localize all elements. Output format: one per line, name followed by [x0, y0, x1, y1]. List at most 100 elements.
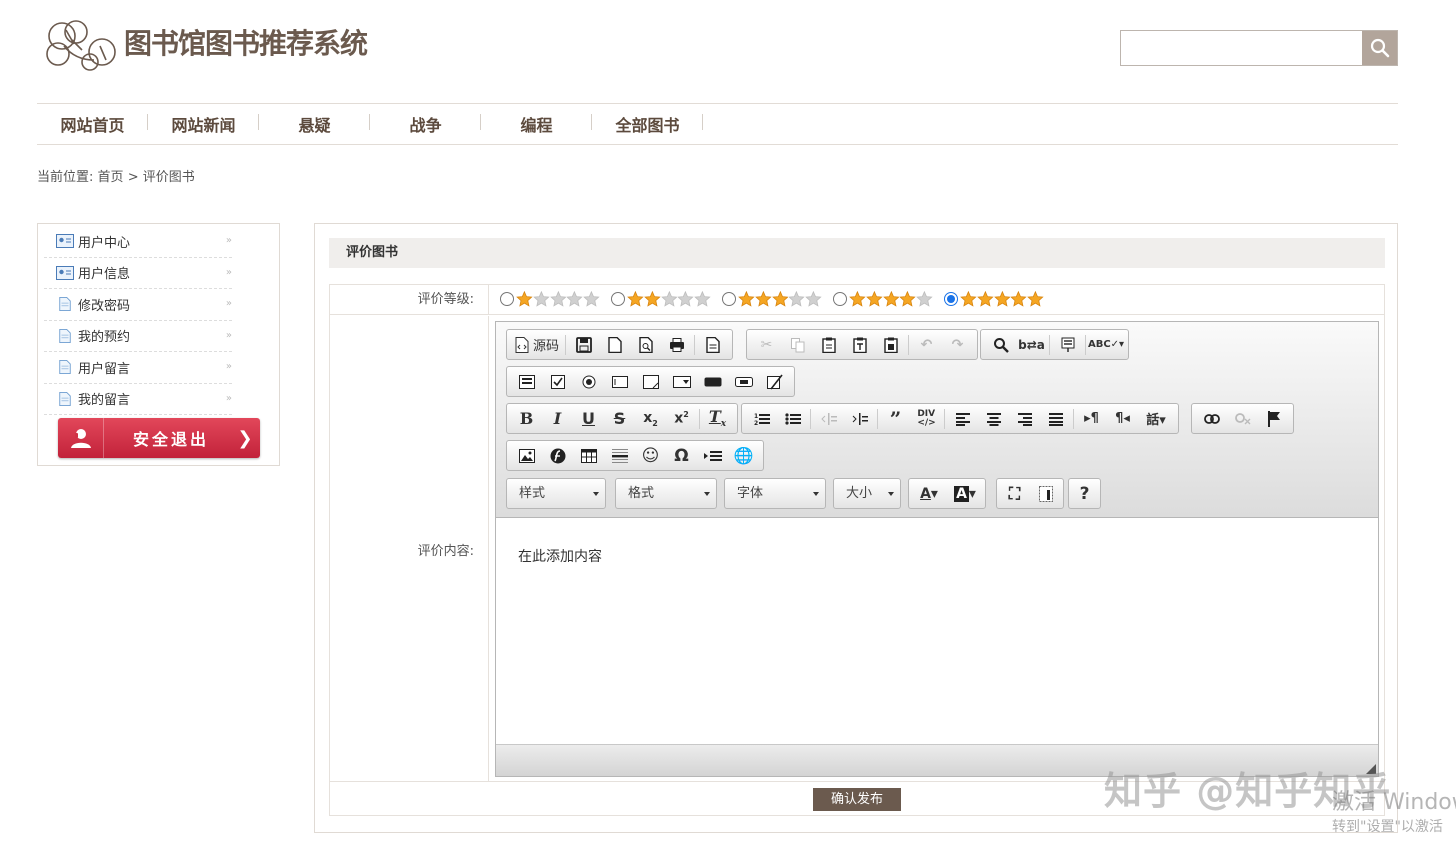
font-combo[interactable]: 字体 [724, 478, 826, 509]
paste-button[interactable] [813, 332, 844, 357]
bold-button[interactable]: B [511, 406, 542, 431]
flash-button[interactable] [542, 443, 573, 468]
help-button[interactable]: ? [1071, 481, 1098, 506]
align-center-button[interactable] [978, 406, 1009, 431]
paste-text-button[interactable] [844, 332, 875, 357]
rating-radio[interactable] [832, 292, 847, 306]
logout-button[interactable]: 安全退出 ❯ [58, 418, 260, 458]
rating-option-4[interactable] [832, 291, 933, 307]
ltr-button[interactable]: ▸¶ [1076, 406, 1107, 431]
text-color-icon: A▾ [920, 485, 938, 502]
print-button[interactable] [661, 332, 692, 357]
div-container-button[interactable]: DIV </> [911, 406, 942, 431]
search-input[interactable] [1121, 31, 1362, 65]
text-color-button[interactable]: A▾ [911, 481, 947, 506]
table-button[interactable] [573, 443, 604, 468]
remove-format-button[interactable]: Tx [702, 406, 733, 431]
sidebar-item-change-password[interactable]: 修改密码 » [44, 289, 232, 321]
blockquote-button[interactable]: ” [880, 406, 911, 431]
bg-color-button[interactable]: A ▾ [947, 481, 983, 506]
sidebar-item-user-messages[interactable]: 用户留言 » [44, 352, 232, 384]
undo-button[interactable]: ↶ [911, 332, 942, 357]
document-icon [59, 360, 71, 375]
nav-item-news[interactable]: 网站新闻 [148, 112, 259, 136]
save-button[interactable] [568, 332, 599, 357]
image-button[interactable] [511, 443, 542, 468]
submit-button[interactable]: 确认发布 [813, 788, 901, 811]
rating-option-1[interactable] [500, 291, 600, 307]
nav-item-programming[interactable]: 编程 [481, 112, 592, 136]
numbered-list-button[interactable]: 12 [746, 406, 777, 431]
iframe-button[interactable]: 🌐 [728, 443, 759, 468]
rating-option-3[interactable] [721, 291, 822, 307]
toolbar-group-paragraph: 12 ” DIV </> ▸¶ ¶◂ 話▾ [741, 403, 1179, 434]
smiley-button[interactable]: ☺ [635, 443, 666, 468]
nav-item-all-books[interactable]: 全部图书 [592, 112, 703, 136]
anchor-button[interactable] [1258, 406, 1289, 431]
rating-radio[interactable] [943, 292, 958, 306]
textarea-button[interactable] [635, 369, 666, 394]
show-blocks-button[interactable] [1030, 481, 1061, 506]
format-combo[interactable]: 格式 [615, 478, 717, 509]
nav-item-war[interactable]: 战争 [370, 112, 481, 136]
rating-radio[interactable] [721, 292, 736, 306]
nav-item-home[interactable]: 网站首页 [37, 112, 148, 136]
italic-button[interactable]: I [542, 406, 573, 431]
copy-button[interactable] [782, 332, 813, 357]
paste-word-button[interactable] [875, 332, 906, 357]
styles-combo[interactable]: 样式 [506, 478, 606, 509]
sidebar-item-my-reservations[interactable]: 我的预约 » [44, 321, 232, 352]
star-empty-icon [549, 291, 567, 307]
editor-content-area[interactable]: 在此添加内容 [496, 519, 1378, 744]
checkbox-button[interactable] [542, 369, 573, 394]
unlink-button[interactable] [1227, 406, 1258, 431]
preview-button[interactable] [630, 332, 661, 357]
rating-radio[interactable] [500, 292, 514, 306]
bulleted-list-button[interactable] [777, 406, 808, 431]
underline-button[interactable]: U [573, 406, 604, 431]
align-left-button[interactable] [947, 406, 978, 431]
bulleted-list-icon [784, 412, 801, 425]
find-button[interactable] [985, 332, 1016, 357]
select-button[interactable] [666, 369, 697, 394]
special-char-button[interactable]: Ω [666, 443, 697, 468]
form-button[interactable] [511, 369, 542, 394]
page-break-button[interactable] [697, 443, 728, 468]
spellcheck-button[interactable]: ABC✓▾ [1088, 332, 1124, 357]
indent-button[interactable] [844, 406, 875, 431]
link-button[interactable] [1196, 406, 1227, 431]
language-button[interactable]: 話▾ [1138, 406, 1174, 431]
justify-button[interactable] [1040, 406, 1071, 431]
new-page-button[interactable] [599, 332, 630, 357]
image-button-tool[interactable] [728, 369, 759, 394]
outdent-button[interactable] [813, 406, 844, 431]
align-right-button[interactable] [1009, 406, 1040, 431]
rating-radio[interactable] [610, 292, 625, 306]
replace-button[interactable]: b⇄a [1016, 332, 1047, 357]
breadcrumb-home[interactable]: 首页 [98, 170, 124, 185]
source-button[interactable]: 源码 [511, 332, 563, 357]
templates-button[interactable] [697, 332, 728, 357]
maximize-button[interactable]: ⛶ [999, 481, 1030, 506]
rtl-button[interactable]: ¶◂ [1107, 406, 1138, 431]
redo-button[interactable]: ↷ [942, 332, 973, 357]
subscript-button[interactable]: x2 [635, 406, 666, 431]
superscript-button[interactable]: x2 [666, 406, 697, 431]
cut-button[interactable]: ✂ [751, 332, 782, 357]
search-button[interactable] [1362, 31, 1397, 65]
sidebar-item-user-center[interactable]: 用户中心 » [44, 226, 232, 258]
button-tool[interactable] [697, 369, 728, 394]
horizontal-rule-button[interactable] [604, 443, 635, 468]
size-combo[interactable]: 大小 [833, 478, 901, 509]
rating-option-5[interactable] [943, 291, 1044, 307]
text-field-button[interactable] [604, 369, 635, 394]
hidden-field-button[interactable] [759, 369, 790, 394]
select-all-button[interactable] [1052, 332, 1083, 357]
sidebar-item-my-messages[interactable]: 我的留言 » [44, 384, 232, 415]
nav-item-mystery[interactable]: 悬疑 [259, 112, 370, 136]
sidebar-item-user-info[interactable]: 用户信息 » [44, 258, 232, 289]
strikethrough-button[interactable]: S [604, 406, 635, 431]
radio-button-tool[interactable] [573, 369, 604, 394]
site-logo[interactable]: 图书馆图书推荐系统 [42, 16, 368, 72]
rating-option-2[interactable] [610, 291, 711, 307]
